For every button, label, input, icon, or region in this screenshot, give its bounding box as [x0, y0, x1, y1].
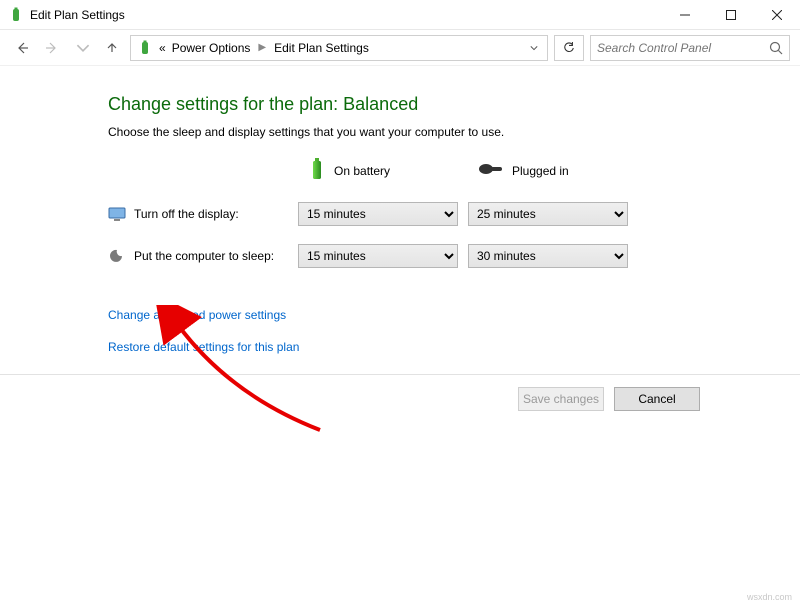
- nav-forward-button[interactable]: [40, 36, 64, 60]
- column-header-battery-label: On battery: [334, 164, 390, 178]
- power-options-icon: [8, 7, 24, 23]
- breadcrumb-prefix: «: [159, 41, 166, 55]
- row-sleep: Put the computer to sleep:: [108, 247, 288, 265]
- breadcrumb-current[interactable]: Edit Plan Settings: [274, 41, 369, 55]
- close-button[interactable]: [754, 0, 800, 29]
- column-header-plugged: Plugged in: [468, 161, 628, 180]
- search-box[interactable]: [590, 35, 790, 61]
- watermark: wsxdn.com: [747, 592, 792, 602]
- display-icon: [108, 205, 126, 223]
- nav-recent-button[interactable]: [70, 36, 94, 60]
- battery-icon: [308, 157, 326, 184]
- search-icon: [769, 41, 783, 55]
- nav-up-button[interactable]: [100, 36, 124, 60]
- footer-buttons: Save changes Cancel: [0, 374, 800, 423]
- cancel-button[interactable]: Cancel: [614, 387, 700, 411]
- minimize-button[interactable]: [662, 0, 708, 29]
- links-section: Change advanced power settings Restore d…: [108, 308, 760, 354]
- breadcrumb-parent[interactable]: Power Options: [172, 41, 251, 55]
- search-input[interactable]: [597, 36, 769, 60]
- plug-icon: [478, 161, 504, 180]
- address-bar[interactable]: « Power Options ▶ Edit Plan Settings: [130, 35, 548, 61]
- navbar: « Power Options ▶ Edit Plan Settings: [0, 30, 800, 66]
- chevron-right-icon: ▶: [258, 42, 266, 53]
- address-dropdown[interactable]: [525, 44, 543, 52]
- nav-back-button[interactable]: [10, 36, 34, 60]
- row-display-off-label: Turn off the display:: [134, 207, 239, 221]
- link-advanced-power-settings[interactable]: Change advanced power settings: [108, 308, 760, 322]
- display-off-plugged-select[interactable]: 25 minutes: [468, 202, 628, 226]
- column-header-plugged-label: Plugged in: [512, 164, 569, 178]
- column-header-battery: On battery: [298, 157, 458, 184]
- sleep-battery-select[interactable]: 15 minutes: [298, 244, 458, 268]
- maximize-button[interactable]: [708, 0, 754, 29]
- display-off-battery-select[interactable]: 15 minutes: [298, 202, 458, 226]
- window-title: Edit Plan Settings: [30, 8, 662, 22]
- refresh-button[interactable]: [554, 35, 584, 61]
- page-title: Change settings for the plan: Balanced: [108, 94, 760, 115]
- save-button: Save changes: [518, 387, 604, 411]
- row-sleep-label: Put the computer to sleep:: [134, 249, 274, 263]
- window-controls: [662, 0, 800, 29]
- link-restore-defaults[interactable]: Restore default settings for this plan: [108, 340, 760, 354]
- settings-grid: On battery Plugged in Turn off the displ…: [108, 157, 760, 268]
- page-description: Choose the sleep and display settings th…: [108, 125, 760, 139]
- titlebar: Edit Plan Settings: [0, 0, 800, 30]
- main-content: Change settings for the plan: Balanced C…: [0, 66, 800, 354]
- row-display-off: Turn off the display:: [108, 205, 288, 223]
- power-options-icon: [137, 40, 153, 56]
- sleep-icon: [108, 247, 126, 265]
- sleep-plugged-select[interactable]: 30 minutes: [468, 244, 628, 268]
